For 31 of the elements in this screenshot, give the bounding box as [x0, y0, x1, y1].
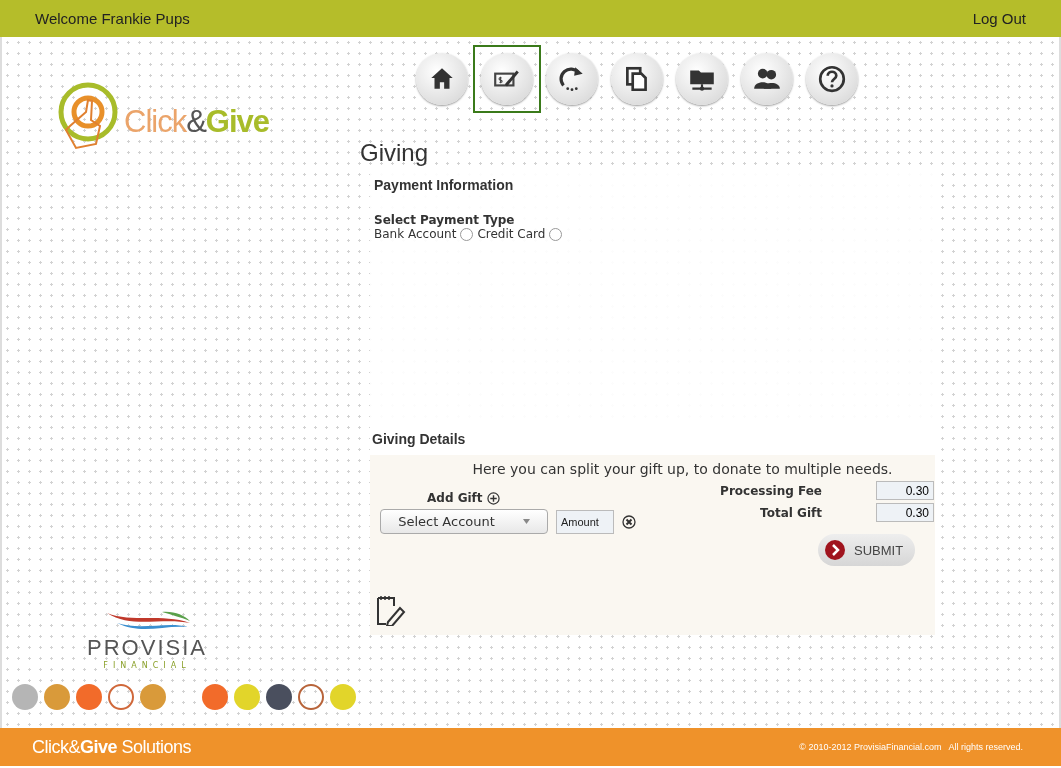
- add-gift-label: Add Gift: [427, 491, 483, 505]
- copyright-text: © 2010-2012 ProvisiaFinancial.com All rights reserved.: [799, 742, 1023, 752]
- welcome-text: Welcome Frankie Pups: [35, 10, 190, 27]
- fee-label: Processing Fee: [719, 483, 822, 498]
- logo-text: Click&Give: [124, 104, 270, 140]
- partner-name: PROVISIA: [87, 635, 207, 661]
- account-select[interactable]: Select Account: [380, 509, 548, 534]
- section-heading: Payment Information: [373, 176, 515, 195]
- submit-button[interactable]: SUBMIT: [818, 534, 916, 566]
- caret-icon: [522, 519, 530, 524]
- section-heading: Giving Details: [370, 425, 935, 455]
- radio-button[interactable]: [460, 227, 474, 241]
- radio-label: Bank Account: [374, 227, 457, 241]
- amount-field[interactable]: Amount: [556, 509, 614, 534]
- remove-icon[interactable]: [622, 514, 636, 529]
- page-title: Giving: [360, 139, 430, 167]
- fee-field[interactable]: 0.30: [876, 503, 934, 522]
- add-icon[interactable]: [486, 491, 500, 505]
- intro-text: Here you can split your gift up, to donate to multiple needs.: [471, 461, 894, 477]
- fee-label: Total Gift: [759, 505, 822, 520]
- chevron-icon: [824, 539, 846, 561]
- field-label: Select Payment Type: [374, 213, 516, 227]
- footer-brand: Click&Give Solutions: [32, 736, 192, 758]
- partner-subtitle: FINANCIAL: [103, 661, 191, 670]
- check-nav-button[interactable]: [473, 45, 541, 113]
- logout-link[interactable]: Log Out: [972, 10, 1026, 27]
- help-icon: [817, 64, 847, 94]
- radio-button[interactable]: [549, 227, 563, 241]
- radio-label: Credit Card: [477, 227, 546, 241]
- fee-field[interactable]: 0.30: [876, 481, 934, 500]
- notepad-pencil-icon[interactable]: [374, 594, 406, 626]
